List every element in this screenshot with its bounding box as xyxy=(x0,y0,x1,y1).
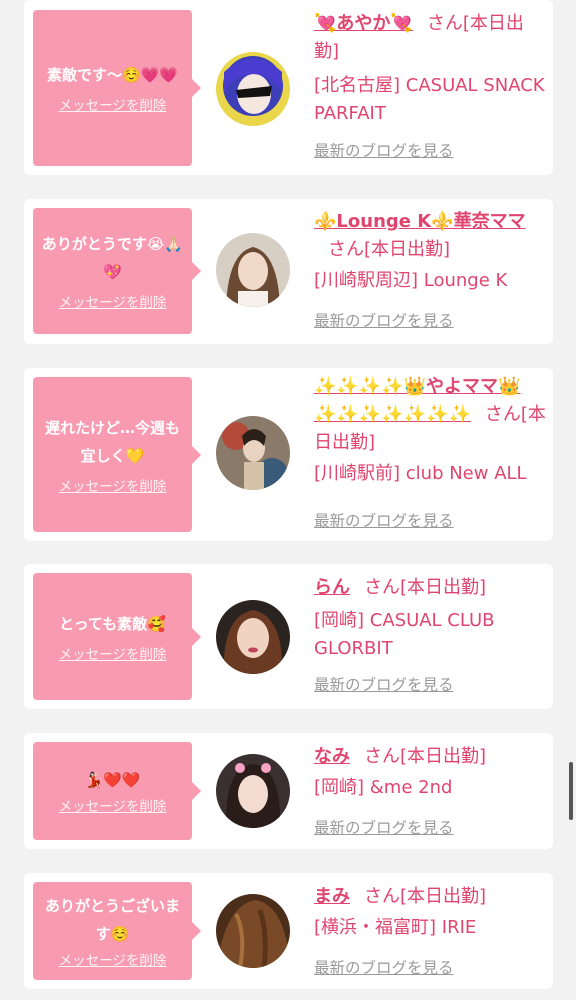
avatar[interactable] xyxy=(216,233,290,307)
delete-message-link[interactable]: メッセージを削除 xyxy=(59,478,167,496)
message-bubble: 💃🏻❤️❤️ メッセージを削除 xyxy=(33,742,201,840)
message-bubble: 素敵です〜☺️💗💗 メッセージを削除 xyxy=(33,10,201,166)
cast-name-line: なみ さん[本日出勤] xyxy=(314,743,546,771)
message-text: 💃🏻❤️❤️ xyxy=(84,771,141,789)
cast-name-line: 💘あやか💘 さん[本日出勤] xyxy=(314,10,546,66)
message-text: 遅れたけど…今週も宜しく💛 xyxy=(44,418,180,465)
shop-name: [岡崎] CASUAL CLUB GLORBIT xyxy=(314,610,495,659)
message-bubble: とっても素敵🥰 メッセージを削除 xyxy=(33,573,201,700)
cast-name-link[interactable]: 💘あやか💘 xyxy=(314,13,413,34)
avatar-photo xyxy=(216,233,290,307)
blog-link[interactable]: 最新のブログを見る xyxy=(314,310,454,332)
message-feed: 素敵です〜☺️💗💗 メッセージを削除 💘あやか💘 さん[本日出勤] [北名古屋] … xyxy=(0,0,576,1000)
delete-message-link[interactable]: メッセージを削除 xyxy=(59,97,167,115)
cast-info: なみ さん[本日出勤] [岡崎] &me 2nd 最新のブログを見る xyxy=(314,743,546,837)
cast-info: らん さん[本日出勤] [岡崎] CASUAL CLUB GLORBIT 最新のブ… xyxy=(314,574,546,694)
message-card: ありがとうございます☺️ メッセージを削除 まみ さん[本日出勤] [横浜・福富町… xyxy=(24,873,553,989)
cast-info: ✨✨✨✨👑やよママ👑✨✨✨✨✨✨✨ さん[本日出勤] [川崎駅前] club Ne… xyxy=(314,373,546,530)
blog-link[interactable]: 最新のブログを見る xyxy=(314,957,454,979)
avatar[interactable] xyxy=(216,600,290,674)
message-card: ありがとうです😭🙏🏻💖 メッセージを削除 ⚜️Lounge K⚜️華奈ママさん[… xyxy=(24,199,553,344)
cast-name-line: らん さん[本日出勤] xyxy=(314,574,546,602)
avatar-photo xyxy=(216,52,290,126)
blog-link[interactable]: 最新のブログを見る xyxy=(314,674,454,696)
delete-message-link[interactable]: メッセージを削除 xyxy=(59,646,167,664)
cast-info: ⚜️Lounge K⚜️華奈ママさん[本日出勤] [川崎駅周辺] Lounge … xyxy=(314,208,546,330)
shop-name: [横浜・福富町] IRIE xyxy=(314,917,477,938)
message-text: 素敵です〜☺️💗💗 xyxy=(46,66,179,84)
delete-message-link[interactable]: メッセージを削除 xyxy=(59,294,167,312)
message-text: ありがとうございます☺️ xyxy=(44,897,180,943)
cast-name-link[interactable]: まみ xyxy=(314,886,350,907)
scrollbar[interactable] xyxy=(569,762,573,820)
cast-name-link[interactable]: なみ xyxy=(314,746,350,767)
message-bubble: ありがとうです😭🙏🏻💖 メッセージを削除 xyxy=(33,208,201,334)
avatar-photo xyxy=(216,894,290,968)
message-text: とっても素敵🥰 xyxy=(59,614,166,633)
blog-link[interactable]: 最新のブログを見る xyxy=(314,817,454,839)
cast-name-line: まみ さん[本日出勤] xyxy=(314,883,546,911)
cast-info: 💘あやか💘 さん[本日出勤] [北名古屋] CASUAL SNACK PARFAI… xyxy=(314,10,546,160)
shop-name: [北名古屋] CASUAL SNACK PARFAIT xyxy=(314,75,545,124)
delete-message-link[interactable]: メッセージを削除 xyxy=(59,952,167,970)
avatar[interactable] xyxy=(216,416,290,490)
cast-name-link[interactable]: らん xyxy=(314,577,350,598)
cast-info: まみ さん[本日出勤] [横浜・福富町] IRIE 最新のブログを見る xyxy=(314,883,546,977)
message-text: ありがとうです😭🙏🏻💖 xyxy=(41,235,184,281)
message-card: 遅れたけど…今週も宜しく💛 メッセージを削除 ✨✨✨✨👑やよママ👑✨✨✨✨✨✨✨… xyxy=(24,368,553,541)
avatar[interactable] xyxy=(216,52,290,126)
avatar-photo xyxy=(216,754,290,828)
shop-name: [川崎駅周辺] Lounge K xyxy=(314,270,508,291)
cast-name-link[interactable]: ⚜️Lounge K⚜️華奈ママ xyxy=(314,211,526,232)
cast-status: さん[本日出勤] xyxy=(328,239,451,260)
avatar-photo xyxy=(216,416,290,490)
avatar[interactable] xyxy=(216,894,290,968)
message-card: とっても素敵🥰 メッセージを削除 らん さん[本日出勤] [岡崎] CASUAL … xyxy=(24,564,553,709)
avatar-photo xyxy=(216,600,290,674)
cast-status: さん[本日出勤] xyxy=(364,886,487,907)
cast-status: さん[本日出勤] xyxy=(364,577,487,598)
message-card: 💃🏻❤️❤️ メッセージを削除 なみ さん[本日出勤] [岡崎] &me 2nd … xyxy=(24,733,553,849)
shop-name: [川崎駅前] club New ALL xyxy=(314,463,527,484)
message-bubble: 遅れたけど…今週も宜しく💛 メッセージを削除 xyxy=(33,377,201,532)
blog-link[interactable]: 最新のブログを見る xyxy=(314,140,454,162)
blog-link[interactable]: 最新のブログを見る xyxy=(314,510,454,532)
shop-name: [岡崎] &me 2nd xyxy=(314,777,453,798)
cast-status: さん[本日出勤] xyxy=(364,746,487,767)
message-card: 素敵です〜☺️💗💗 メッセージを削除 💘あやか💘 さん[本日出勤] [北名古屋] … xyxy=(24,0,553,175)
cast-name-line: ⚜️Lounge K⚜️華奈ママさん[本日出勤] xyxy=(314,208,546,264)
cast-name-line: ✨✨✨✨👑やよママ👑✨✨✨✨✨✨✨ さん[本日出勤] xyxy=(314,373,546,457)
delete-message-link[interactable]: メッセージを削除 xyxy=(59,798,167,816)
message-bubble: ありがとうございます☺️ メッセージを削除 xyxy=(33,882,201,980)
avatar[interactable] xyxy=(216,754,290,828)
